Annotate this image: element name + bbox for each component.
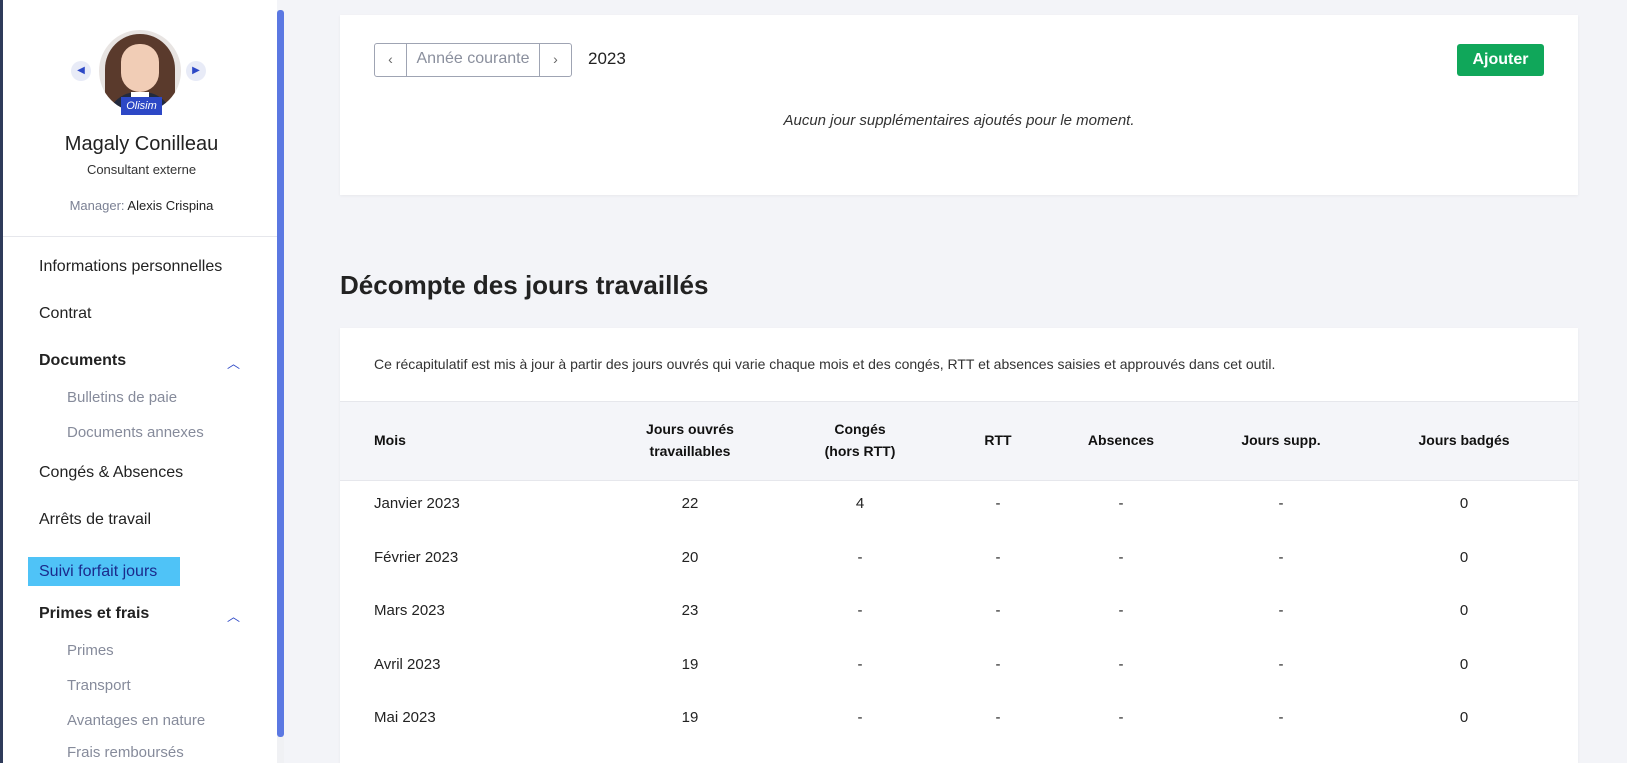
table-cell: -	[1118, 602, 1124, 619]
table-cell: -	[995, 709, 1001, 726]
column-header-jours-supp: Jours supp.	[1241, 432, 1321, 448]
section-title: Décompte des jours travaillés	[340, 270, 709, 300]
profile-name: Magaly Conilleau	[64, 133, 219, 155]
table-cell: 4	[855, 495, 865, 512]
extra-days-card: ‹ Année courante › 2023 Ajouter Aucun jo…	[340, 15, 1578, 195]
column-header-jours-badges: Jours badgés	[1418, 432, 1510, 448]
table-cell: -	[1278, 602, 1284, 619]
column-header-conges: Congés (hors RTT)	[824, 421, 896, 459]
company-badge: Olisim	[121, 97, 162, 115]
table-cell: -	[1118, 656, 1124, 673]
table-cell: -	[857, 602, 863, 619]
caret-right-icon[interactable]: ▶	[186, 61, 206, 81]
manager-name: Alexis Crispina	[127, 198, 214, 213]
table-cell-month: Janvier 2023	[374, 495, 460, 512]
profile-manager: Manager: Alexis Crispina	[3, 198, 280, 213]
nav-bulletins-de-paie[interactable]: Bulletins de paie	[67, 389, 177, 406]
table-cell: 0	[1459, 656, 1469, 673]
nav-conges-absences[interactable]: Congés & Absences	[39, 464, 183, 482]
table-cell: -	[1118, 495, 1124, 512]
table-cell-month: Avril 2023	[374, 656, 441, 673]
table-header: Mois Jours ouvrés travaillables Congés (ho…	[340, 401, 1578, 481]
table-cell: 0	[1459, 495, 1469, 512]
table-cell: -	[1278, 709, 1284, 726]
sidebar-scrollbar[interactable]	[277, 10, 284, 737]
table-cell: 22	[681, 495, 699, 512]
prev-year-button[interactable]: ‹	[375, 44, 406, 76]
chevron-up-icon[interactable]: ︿	[227, 606, 240, 625]
table-cell: 20	[681, 549, 699, 566]
nav-informations-personnelles[interactable]: Informations personnelles	[39, 258, 222, 276]
table-cell: -	[857, 656, 863, 673]
table-cell: -	[1118, 549, 1124, 566]
table-cell: -	[857, 549, 863, 566]
column-header-rtt: RTT	[984, 432, 1012, 448]
table-cell: -	[1118, 709, 1124, 726]
nav-transport[interactable]: Transport	[67, 677, 131, 694]
table-cell: -	[995, 495, 1001, 512]
caret-left-icon[interactable]: ◀	[71, 61, 91, 81]
manager-label: Manager:	[69, 198, 125, 213]
nav-primes[interactable]: Primes	[67, 642, 114, 659]
table-cell: 0	[1459, 549, 1469, 566]
table-cell: -	[1278, 495, 1284, 512]
empty-message: Aucun jour supplémentaires ajoutés pour …	[783, 112, 1135, 129]
table-cell: 19	[681, 709, 699, 726]
selected-year: 2023	[588, 49, 626, 68]
nav-suivi-forfait-jours[interactable]: Suivi forfait jours	[28, 557, 180, 586]
column-header-mois: Mois	[374, 432, 406, 448]
next-year-button[interactable]: ›	[540, 44, 571, 76]
nav-avantages-en-nature[interactable]: Avantages en nature	[67, 712, 205, 729]
table-cell: 0	[1459, 709, 1469, 726]
nav-arrets-de-travail[interactable]: Arrêts de travail	[39, 511, 151, 529]
table-cell: -	[995, 602, 1001, 619]
table-cell: 0	[1459, 602, 1469, 619]
nav-documents-annexes[interactable]: Documents annexes	[67, 424, 204, 441]
add-button[interactable]: Ajouter	[1457, 44, 1544, 76]
nav-primes-et-frais[interactable]: Primes et frais	[39, 605, 149, 623]
table-cell-month: Mars 2023	[374, 602, 445, 619]
table-cell: -	[857, 709, 863, 726]
table-cell: -	[995, 656, 1001, 673]
year-pager: ‹ Année courante ›	[374, 43, 572, 77]
worked-days-card: Ce récapitulatif est mis à jour à partir…	[340, 328, 1578, 763]
profile-role: Consultant externe	[86, 162, 197, 177]
table-cell: 23	[681, 602, 699, 619]
table-cell: -	[1278, 549, 1284, 566]
table-cell: -	[995, 549, 1001, 566]
column-header-jours-ouvres: Jours ouvrés travaillables	[646, 421, 734, 459]
sidebar: ◀ Olisim ▶ Magaly Conilleau Consultant e…	[0, 0, 277, 763]
current-year-button[interactable]: Année courante	[406, 44, 540, 76]
nav-frais-rembourses[interactable]: Frais remboursés	[67, 744, 184, 761]
column-header-absences: Absences	[1087, 432, 1155, 448]
table-cell-month: Mai 2023	[374, 709, 436, 726]
profile-card: ◀ Olisim ▶ Magaly Conilleau Consultant e…	[3, 0, 277, 237]
info-text: Ce récapitulatif est mis à jour à partir…	[374, 356, 1276, 372]
table-cell-month: Février 2023	[374, 549, 459, 566]
chevron-up-icon[interactable]: ︿	[227, 353, 240, 372]
table-cell: -	[1278, 656, 1284, 673]
table-cell: 19	[681, 656, 699, 673]
nav-documents[interactable]: Documents	[39, 352, 126, 370]
nav-contrat[interactable]: Contrat	[39, 305, 91, 323]
